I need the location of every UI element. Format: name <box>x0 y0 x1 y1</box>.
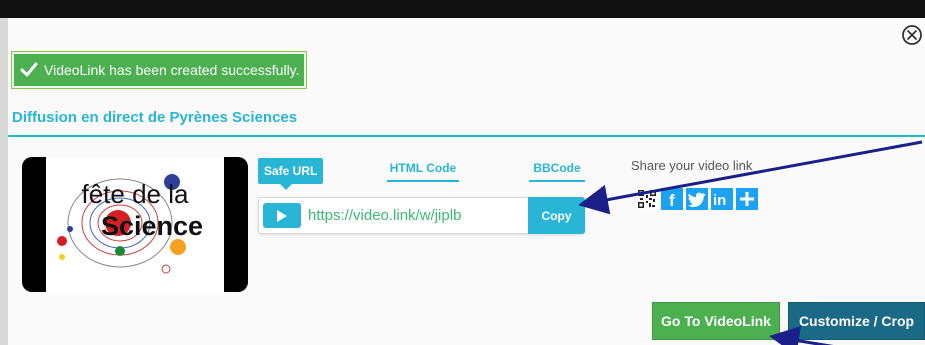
linkedin-icon[interactable]: in <box>711 188 733 210</box>
share-icons: f in <box>636 188 758 210</box>
success-message: VideoLink has been created successfully. <box>44 62 300 78</box>
thumbnail-text-line2: Science <box>101 211 203 241</box>
tab-html-code[interactable]: HTML Code <box>387 161 459 182</box>
svg-text:in: in <box>713 192 726 209</box>
success-alert: VideoLink has been created successfully. <box>11 51 307 89</box>
title-divider <box>8 135 925 137</box>
tab-safe-url[interactable]: Safe URL <box>258 158 324 190</box>
share-label: Share your video link <box>631 158 753 173</box>
play-button[interactable] <box>263 203 301 228</box>
facebook-icon[interactable]: f <box>661 188 683 210</box>
video-title: Diffusion en direct de Pyrènes Sciences <box>12 109 298 126</box>
svg-text:f: f <box>669 191 675 210</box>
go-to-videolink-button[interactable]: Go To VideoLink <box>652 302 780 340</box>
close-icon[interactable] <box>901 24 923 46</box>
copy-button[interactable]: Copy <box>528 197 585 234</box>
page-backdrop <box>0 18 8 345</box>
plus-icon[interactable] <box>736 188 758 210</box>
safe-url-text[interactable]: https://video.link/w/jiplb <box>308 207 528 224</box>
thumbnail-artwork: fête de la Science <box>57 174 203 274</box>
play-icon <box>277 209 287 222</box>
tab-bbcode[interactable]: BBCode <box>529 161 585 182</box>
video-thumbnail[interactable]: fête de la Science <box>22 157 248 292</box>
qr-code-icon[interactable] <box>636 188 658 210</box>
top-dark-bar <box>0 0 925 18</box>
checkmark-icon <box>20 62 38 77</box>
twitter-icon[interactable] <box>686 188 708 210</box>
safe-url-field[interactable]: https://video.link/w/jiplb Copy <box>258 197 585 234</box>
thumbnail-text-line1: fête de la <box>82 179 190 209</box>
customize-crop-button[interactable]: Customize / Crop <box>788 302 925 340</box>
